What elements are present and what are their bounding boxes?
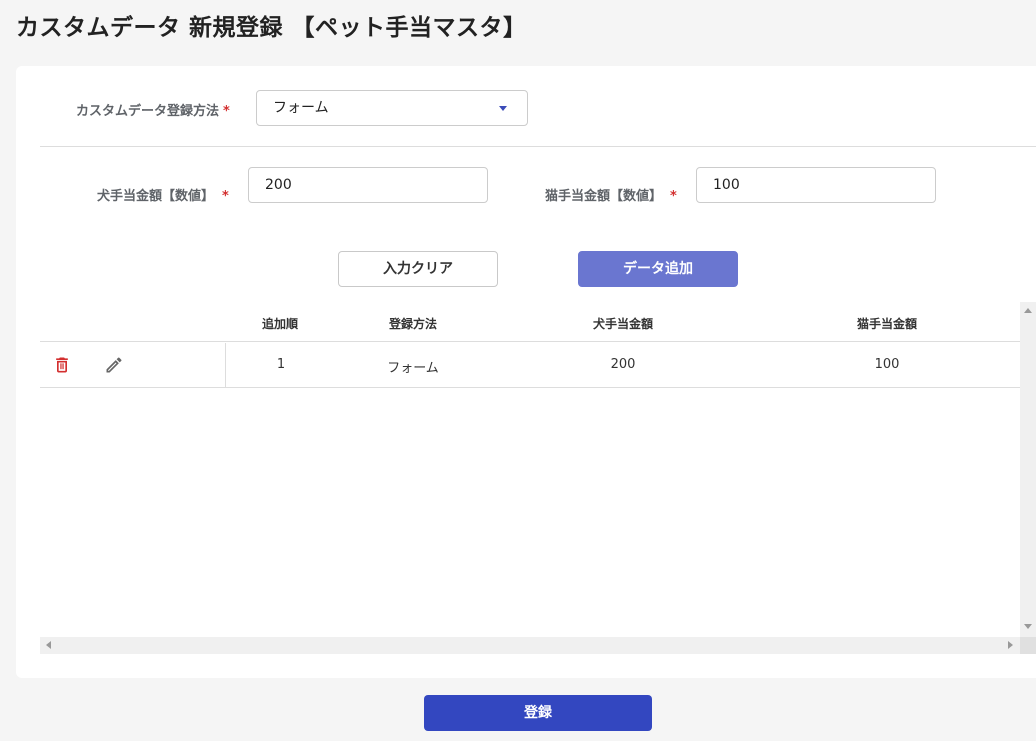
clear-input-button[interactable]: 入力クリア (338, 251, 498, 287)
scroll-up-icon[interactable] (1024, 308, 1032, 313)
dog-amount-label: 犬手当金額【数値】 (97, 189, 215, 204)
cell-add-order: 1 (276, 357, 286, 372)
trash-icon[interactable] (52, 355, 72, 375)
cell-cat-amount: 100 (874, 357, 900, 372)
cell-dog-amount: 200 (610, 357, 636, 372)
add-data-button[interactable]: データ追加 (578, 251, 738, 287)
divider (40, 146, 1036, 147)
form-card: カスタムデータ登録方法* フォーム 犬手当金額【数値】* 猫手当金額【数値】* … (16, 66, 1036, 678)
caret-down-icon (499, 106, 507, 111)
method-label-wrap: カスタムデータ登録方法 * (76, 100, 230, 119)
vertical-scrollbar[interactable] (1020, 302, 1036, 654)
cat-label-wrap: 猫手当金額【数値】 * (545, 185, 677, 204)
dog-amount-input[interactable] (248, 167, 488, 203)
method-select-value: フォーム (273, 100, 329, 116)
horizontal-scrollbar[interactable] (40, 637, 1020, 654)
header-add-order: 追加順 (261, 317, 299, 331)
register-button[interactable]: 登録 (424, 695, 652, 731)
required-mark: * (670, 189, 677, 204)
header-cat-amount: 猫手当金額 (856, 317, 918, 331)
method-select[interactable]: フォーム (256, 90, 528, 126)
required-mark: * (223, 104, 230, 119)
pencil-icon[interactable] (104, 355, 124, 375)
data-table: 追加順 登録方法 犬手当金額 猫手当金額 1 フォーム 200 100 (40, 302, 1036, 654)
action-column-separator (225, 343, 226, 388)
cat-amount-label: 猫手当金額【数値】 (545, 189, 663, 204)
table-row: 1 フォーム 200 100 (40, 343, 1020, 388)
method-label: カスタムデータ登録方法 (76, 104, 220, 119)
header-dog-amount: 犬手当金額 (592, 317, 654, 331)
scroll-down-icon[interactable] (1024, 624, 1032, 629)
table-header: 追加順 登録方法 犬手当金額 猫手当金額 (40, 302, 1020, 342)
page-title: カスタムデータ 新規登録 【ペット手当マスタ】 (16, 15, 527, 41)
dog-label-wrap: 犬手当金額【数値】 * (97, 185, 229, 204)
header-method: 登録方法 (388, 317, 438, 331)
cell-method: フォーム (387, 361, 439, 376)
scroll-right-icon[interactable] (1008, 641, 1013, 649)
scroll-left-icon[interactable] (46, 641, 51, 649)
required-mark: * (222, 189, 229, 204)
scrollbar-corner (1020, 637, 1036, 654)
cat-amount-input[interactable] (696, 167, 936, 203)
